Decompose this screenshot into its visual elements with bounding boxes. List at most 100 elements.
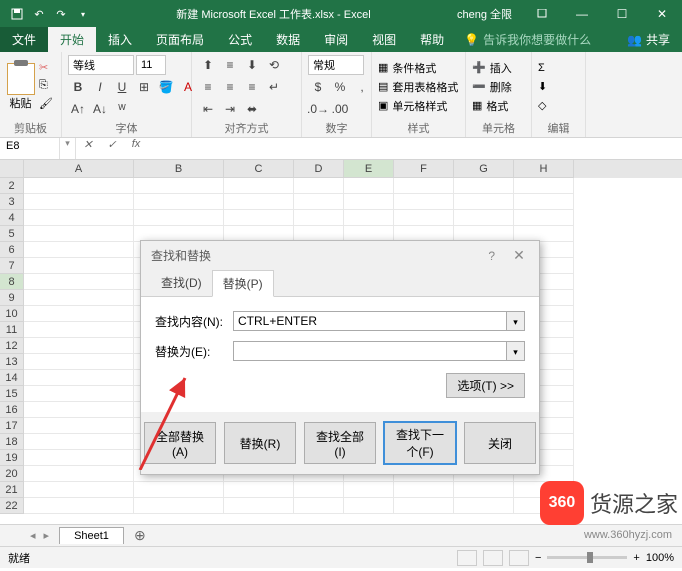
find-next-button[interactable]: 查找下一个(F) — [384, 422, 456, 464]
row-header[interactable]: 10 — [0, 306, 24, 322]
row-header[interactable]: 3 — [0, 194, 24, 210]
tab-help[interactable]: 帮助 — [408, 27, 456, 52]
cell[interactable] — [24, 498, 134, 514]
border-button[interactable]: ⊞ — [134, 77, 154, 97]
cell[interactable] — [394, 210, 454, 226]
conditional-format-button[interactable]: ▦条件格式 — [378, 59, 458, 77]
cell[interactable] — [24, 322, 134, 338]
percent-icon[interactable]: % — [330, 77, 350, 97]
cell[interactable] — [24, 370, 134, 386]
user-name[interactable]: cheng 全限 — [447, 6, 522, 22]
cell[interactable] — [224, 194, 294, 210]
cancel-formula-icon[interactable]: ✕ — [76, 138, 100, 159]
increase-indent-icon[interactable]: ⇥ — [220, 99, 240, 119]
dialog-help-icon[interactable]: ? — [488, 249, 495, 263]
find-input[interactable] — [233, 311, 507, 331]
cell[interactable] — [24, 226, 134, 242]
clear-button[interactable]: ◇ — [538, 97, 547, 115]
cell[interactable] — [394, 194, 454, 210]
formula-bar[interactable] — [148, 138, 682, 159]
align-center-icon[interactable]: ≡ — [220, 77, 240, 97]
cell[interactable] — [344, 178, 394, 194]
fill-button[interactable]: ⬇ — [538, 78, 547, 96]
tab-data[interactable]: 数据 — [264, 27, 312, 52]
replace-input[interactable] — [233, 341, 507, 361]
fx-icon[interactable]: fx — [124, 138, 148, 159]
row-header[interactable]: 8 — [0, 274, 24, 290]
tab-home[interactable]: 开始 — [48, 27, 96, 52]
font-name-combo[interactable]: 等线 — [68, 55, 134, 75]
find-dropdown-icon[interactable]: ▾ — [507, 311, 525, 331]
cell[interactable] — [514, 194, 574, 210]
table-format-button[interactable]: ▤套用表格格式 — [378, 78, 458, 96]
row-header[interactable]: 14 — [0, 370, 24, 386]
cell[interactable] — [24, 466, 134, 482]
page-break-view-icon[interactable] — [509, 550, 529, 566]
page-layout-view-icon[interactable] — [483, 550, 503, 566]
cell[interactable] — [454, 498, 514, 514]
ribbon-options-icon[interactable] — [522, 0, 562, 28]
row-header[interactable]: 18 — [0, 434, 24, 450]
cell[interactable] — [24, 338, 134, 354]
cell[interactable] — [24, 482, 134, 498]
currency-icon[interactable]: $ — [308, 77, 328, 97]
tell-me[interactable]: 💡告诉我你想要做什么 — [456, 27, 599, 52]
cell[interactable] — [394, 498, 454, 514]
cell[interactable] — [454, 194, 514, 210]
namebox-dropdown-icon[interactable]: ▾ — [60, 138, 76, 159]
tab-view[interactable]: 视图 — [360, 27, 408, 52]
row-header[interactable]: 20 — [0, 466, 24, 482]
decrease-indent-icon[interactable]: ⇤ — [198, 99, 218, 119]
tab-file[interactable]: 文件 — [0, 27, 48, 52]
cell[interactable] — [24, 402, 134, 418]
row-header[interactable]: 17 — [0, 418, 24, 434]
zoom-slider[interactable] — [547, 556, 627, 559]
italic-button[interactable]: I — [90, 77, 110, 97]
zoom-in-icon[interactable]: + — [633, 552, 639, 564]
cell[interactable] — [294, 210, 344, 226]
increase-decimal-icon[interactable]: .0→ — [308, 99, 328, 119]
minimize-icon[interactable]: — — [562, 0, 602, 28]
fill-color-button[interactable]: 🪣 — [156, 77, 176, 97]
save-icon[interactable] — [10, 7, 24, 21]
cell[interactable] — [24, 290, 134, 306]
cut-icon[interactable]: ✂ — [39, 61, 55, 77]
row-header[interactable]: 19 — [0, 450, 24, 466]
cell[interactable] — [294, 178, 344, 194]
copy-icon[interactable]: ⎘ — [39, 79, 55, 95]
cell[interactable] — [454, 210, 514, 226]
cell[interactable] — [24, 258, 134, 274]
decrease-decimal-icon[interactable]: .00 — [330, 99, 350, 119]
cell[interactable] — [514, 210, 574, 226]
row-header[interactable]: 5 — [0, 226, 24, 242]
format-painter-icon[interactable]: 🖌 — [39, 97, 55, 113]
options-button[interactable]: 选项(T) >> — [446, 373, 525, 398]
close-button[interactable]: 关闭 — [464, 422, 536, 464]
dialog-close-icon[interactable]: ✕ — [509, 247, 529, 264]
column-header[interactable]: E — [344, 160, 394, 178]
zoom-level[interactable]: 100% — [646, 552, 674, 564]
cell[interactable] — [454, 178, 514, 194]
tab-review[interactable]: 审阅 — [312, 27, 360, 52]
cell[interactable] — [24, 418, 134, 434]
increase-font-icon[interactable]: A↑ — [68, 99, 88, 119]
zoom-out-icon[interactable]: − — [535, 552, 541, 564]
orientation-icon[interactable]: ⟲ — [264, 55, 284, 75]
column-header[interactable]: C — [224, 160, 294, 178]
cell[interactable] — [24, 210, 134, 226]
align-top-icon[interactable]: ⬆ — [198, 55, 218, 75]
cell[interactable] — [344, 210, 394, 226]
tab-find[interactable]: 查找(D) — [151, 270, 212, 296]
row-header[interactable]: 16 — [0, 402, 24, 418]
cell[interactable] — [294, 482, 344, 498]
row-header[interactable]: 6 — [0, 242, 24, 258]
cell[interactable] — [134, 210, 224, 226]
qat-dropdown-icon[interactable]: ▾ — [76, 7, 90, 21]
tab-insert[interactable]: 插入 — [96, 27, 144, 52]
column-header[interactable]: G — [454, 160, 514, 178]
font-size-combo[interactable]: 11 — [136, 55, 166, 75]
tab-replace[interactable]: 替换(P) — [212, 270, 274, 297]
cell[interactable] — [24, 178, 134, 194]
tab-layout[interactable]: 页面布局 — [144, 27, 216, 52]
cell[interactable] — [294, 498, 344, 514]
